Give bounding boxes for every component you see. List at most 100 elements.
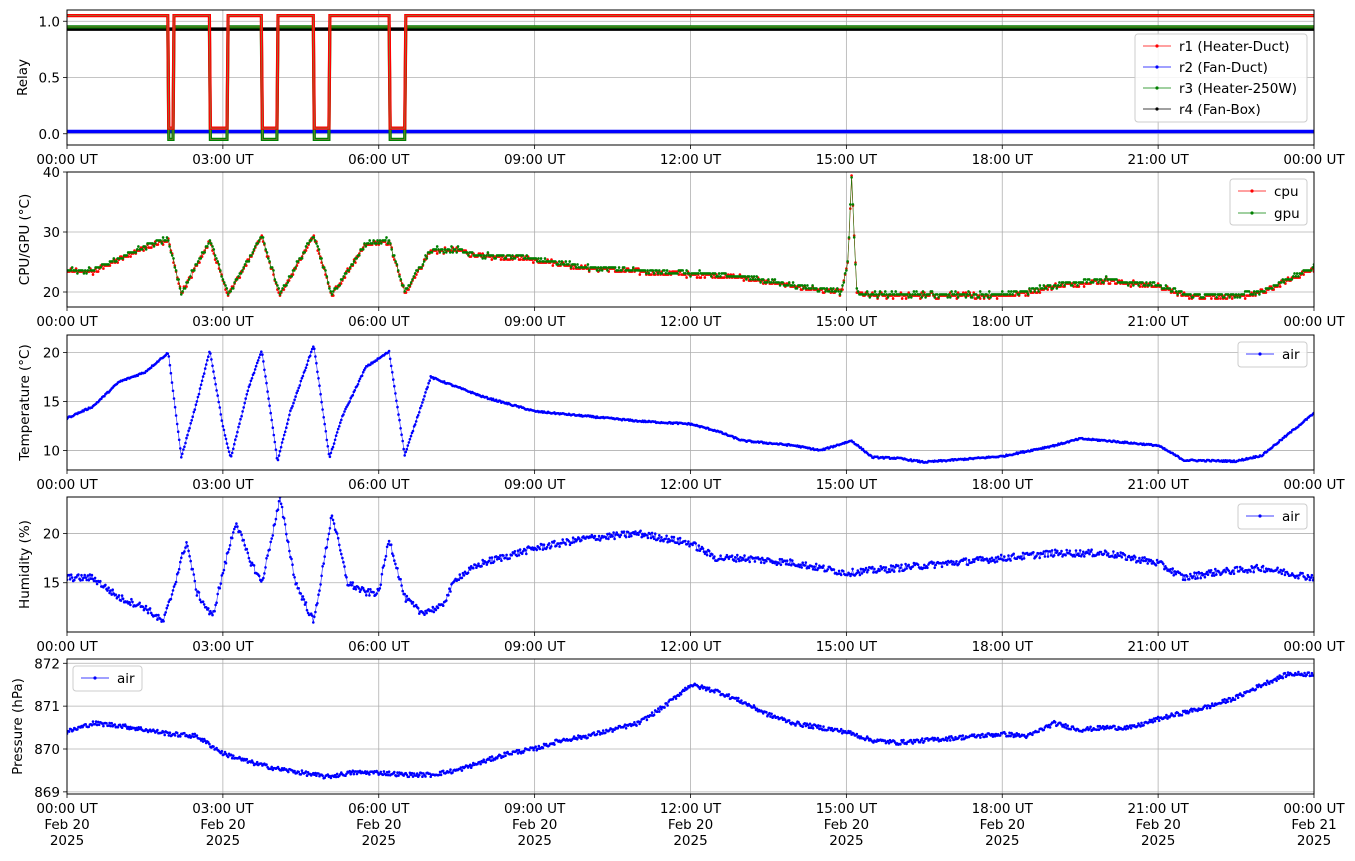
data-point [227, 548, 231, 551]
data-point [684, 272, 687, 275]
data-point [184, 441, 187, 445]
data-point [755, 275, 758, 278]
data-point [315, 774, 318, 777]
data-point [1301, 571, 1304, 575]
data-point [270, 537, 274, 540]
x-tick-label: 00:00 UT [1283, 152, 1345, 168]
data-point [1139, 561, 1142, 564]
data-point [408, 284, 412, 287]
data-point [73, 578, 76, 582]
data-point [447, 248, 451, 251]
data-point [564, 260, 568, 263]
data-point [270, 418, 274, 422]
data-point [206, 359, 209, 362]
data-point [238, 422, 241, 426]
data-point [70, 266, 74, 269]
y-tick-label: 870 [34, 742, 60, 758]
data-point [102, 724, 105, 728]
data-point [251, 251, 255, 254]
data-point [479, 762, 482, 766]
data-point [172, 257, 175, 260]
data-point [180, 456, 183, 459]
data-point [130, 597, 133, 601]
data-point [1029, 290, 1033, 293]
data-point [694, 542, 697, 545]
data-point [234, 438, 237, 442]
data-point [1175, 290, 1178, 293]
data-point [191, 567, 194, 571]
data-point [667, 537, 670, 541]
data-point [1303, 576, 1306, 579]
data-point [352, 772, 356, 776]
data-point [257, 239, 261, 242]
data-point [1192, 575, 1195, 578]
data-point [1237, 293, 1240, 296]
data-point [485, 254, 488, 257]
data-point [626, 530, 630, 534]
data-point [1115, 278, 1118, 281]
data-point [221, 278, 225, 281]
data-point [1011, 293, 1014, 296]
data-point [421, 263, 425, 266]
data-point [378, 239, 382, 242]
data-point [245, 393, 249, 396]
data-point [747, 275, 751, 278]
data-point [563, 263, 566, 266]
data-point [1199, 576, 1202, 580]
data-point [490, 556, 494, 559]
data-point [323, 422, 327, 426]
data-point [1088, 552, 1091, 556]
data-point [883, 569, 887, 572]
data-point [1282, 281, 1286, 284]
data-point [893, 293, 896, 296]
data-point [334, 434, 338, 438]
data-point [368, 594, 371, 597]
data-point [907, 296, 910, 299]
data-point [460, 248, 464, 251]
data-point [91, 273, 95, 276]
data-point [435, 252, 439, 255]
data-point [168, 245, 171, 248]
data-point [543, 257, 547, 260]
data-point [888, 570, 892, 574]
data-point [387, 239, 391, 242]
data-point [1058, 281, 1061, 284]
data-point [759, 561, 763, 564]
data-point [1209, 569, 1213, 572]
data-point [134, 251, 138, 254]
data-point [242, 406, 245, 409]
data-point [364, 245, 368, 248]
data-point [490, 258, 494, 261]
data-point [441, 604, 445, 607]
data-point [424, 775, 427, 778]
data-point [326, 445, 330, 448]
data-point [561, 538, 564, 541]
data-point [233, 281, 236, 284]
data-point [967, 290, 970, 293]
data-point [326, 538, 330, 541]
y-axis-label: Temperature (°C) [17, 344, 33, 462]
data-point [1059, 552, 1062, 555]
data-point [785, 559, 789, 562]
data-point [237, 275, 240, 278]
data-point [859, 446, 863, 449]
data-point [576, 263, 579, 266]
data-point [600, 269, 604, 272]
y-tick-label: 0.5 [39, 71, 60, 87]
data-point [1130, 281, 1134, 284]
data-point [482, 254, 486, 257]
x-tick-date: Feb 20 [44, 817, 89, 833]
data-point [1171, 290, 1174, 293]
data-point [616, 269, 620, 272]
data-point [232, 447, 235, 451]
data-point [932, 561, 935, 564]
data-point [418, 411, 421, 414]
data-point [304, 366, 308, 370]
data-point [1118, 554, 1121, 557]
data-point [269, 540, 273, 544]
data-point [314, 610, 317, 614]
data-point [875, 293, 878, 296]
data-point [598, 269, 601, 272]
data-point [811, 284, 814, 287]
data-point [645, 534, 649, 537]
